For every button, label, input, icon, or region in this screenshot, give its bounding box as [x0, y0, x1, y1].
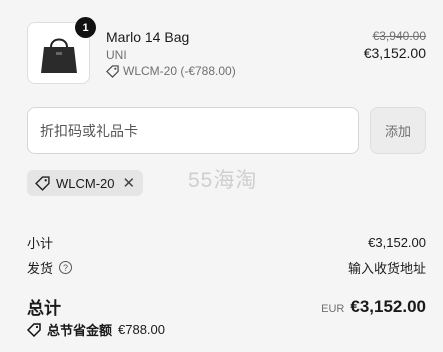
- tag-icon: [27, 322, 41, 337]
- total-row: 总计 EUR €3,152.00: [27, 294, 426, 319]
- shipping-value: 输入收货地址: [347, 261, 426, 276]
- applied-code-chip: WLCM-20 ✕: [27, 170, 144, 196]
- currency-code: EUR: [321, 302, 345, 315]
- apply-code-button[interactable]: 添加: [370, 107, 426, 154]
- discount-code-input[interactable]: [27, 107, 359, 154]
- savings-label: 总节省金额: [47, 323, 113, 338]
- watermark: 55海淘: [188, 169, 258, 192]
- product-thumbnail: 1: [27, 17, 96, 84]
- tag-icon: [35, 175, 50, 191]
- subtotal-label: 小计: [27, 236, 54, 251]
- shipping-row: 发货 ? 输入收货地址: [27, 258, 426, 277]
- total-label: 总计: [27, 299, 61, 318]
- help-icon[interactable]: ?: [59, 261, 73, 274]
- tag-icon: [106, 64, 119, 78]
- total-value: €3,152.00: [350, 296, 426, 316]
- close-icon[interactable]: ✕: [123, 174, 136, 192]
- quantity-badge: 1: [75, 17, 96, 38]
- price-original: €3,940.00: [372, 29, 426, 43]
- price-final: €3,152.00: [363, 45, 426, 61]
- shipping-label: 发货: [27, 261, 54, 276]
- product-discount-label: WLCM-20 (-€788.00): [123, 64, 236, 78]
- subtotal-row: 小计 €3,152.00: [27, 233, 426, 252]
- subtotal-value: €3,152.00: [368, 235, 426, 250]
- product-discount: WLCM-20 (-€788.00): [106, 64, 236, 78]
- savings-row: 总节省金额 €788.00: [27, 320, 165, 339]
- applied-code-label: WLCM-20: [56, 175, 115, 191]
- handbag-icon: [41, 38, 77, 73]
- product-name: Marlo 14 Bag: [106, 29, 190, 45]
- savings-value: €788.00: [118, 322, 166, 337]
- product-variant: UNI: [106, 48, 127, 62]
